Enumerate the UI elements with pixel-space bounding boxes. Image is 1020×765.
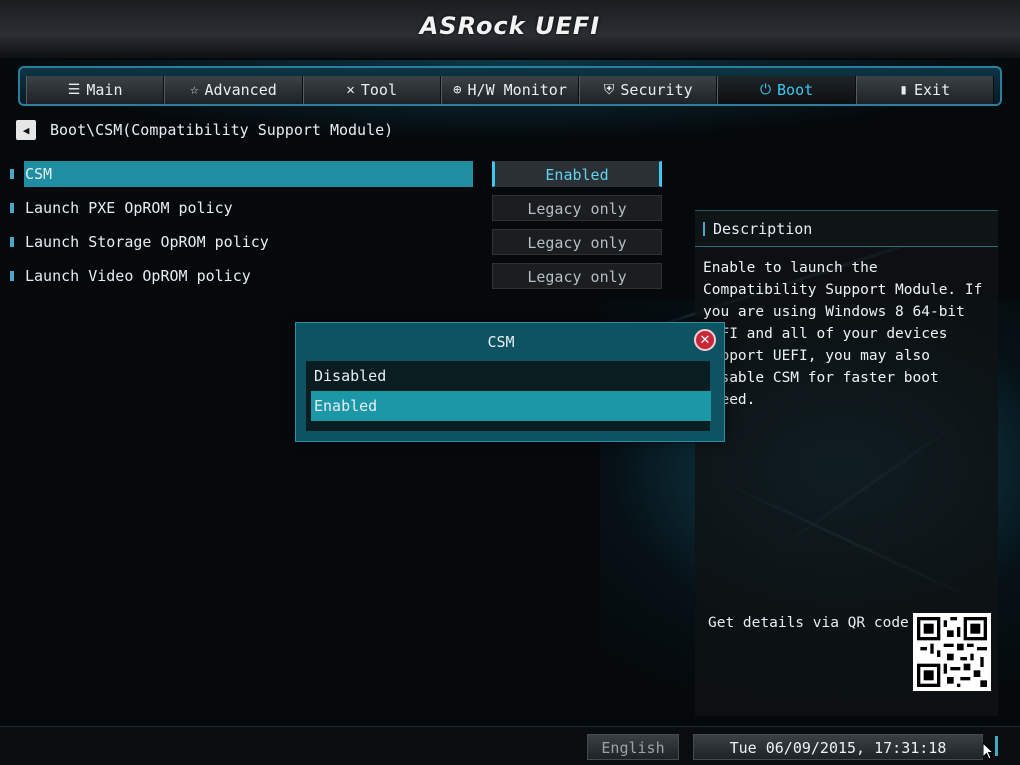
tab-main[interactable]: ☰ Main bbox=[26, 76, 165, 104]
setting-row-csm[interactable]: CSM bbox=[10, 161, 473, 187]
tab-tool[interactable]: ✕ Tool bbox=[302, 76, 441, 104]
row-marker bbox=[10, 169, 14, 179]
setting-row-storage[interactable]: Launch Storage OpROM policy bbox=[10, 229, 473, 255]
setting-value-pxe[interactable]: Legacy only bbox=[492, 195, 662, 221]
close-icon[interactable]: ✕ bbox=[694, 329, 716, 351]
setting-label: Launch PXE OpROM policy bbox=[25, 199, 233, 217]
row-marker bbox=[10, 237, 14, 247]
setting-label: Launch Storage OpROM policy bbox=[25, 233, 269, 251]
option-list: Disabled Enabled bbox=[306, 361, 711, 431]
setting-label: Launch Video OpROM policy bbox=[25, 267, 251, 285]
power-icon: ⏻ bbox=[759, 82, 772, 98]
tab-label: H/W Monitor bbox=[467, 81, 567, 99]
setting-label: CSM bbox=[24, 161, 473, 187]
shield-icon: ⛨ bbox=[603, 82, 615, 98]
setting-row-video[interactable]: Launch Video OpROM policy bbox=[10, 263, 473, 289]
description-header: Description bbox=[695, 211, 998, 247]
csm-popup-dialog: CSM ✕ Disabled Enabled bbox=[295, 322, 725, 442]
mouse-cursor-icon bbox=[982, 742, 994, 760]
back-arrow-icon[interactable]: ◀ bbox=[16, 120, 36, 140]
popup-title: CSM bbox=[487, 333, 515, 351]
row-marker bbox=[10, 271, 14, 281]
description-text: Enable to launch the Compatibility Suppo… bbox=[703, 260, 983, 408]
setting-value-video[interactable]: Legacy only bbox=[492, 263, 662, 289]
breadcrumb: ◀ Boot\CSM(Compatibility Support Module) bbox=[16, 119, 393, 141]
qr-code bbox=[913, 613, 991, 691]
row-marker bbox=[10, 203, 14, 213]
tab-label: Main bbox=[86, 81, 123, 99]
footer-right-marker bbox=[995, 736, 998, 756]
option-disabled[interactable]: Disabled bbox=[306, 361, 710, 391]
tab-advanced[interactable]: ☆ Advanced bbox=[164, 76, 303, 104]
tools-icon: ✕ bbox=[346, 82, 355, 98]
setting-value-csm[interactable]: Enabled bbox=[492, 161, 662, 187]
qr-code-icon bbox=[917, 617, 987, 687]
setting-row-pxe[interactable]: Launch PXE OpROM policy bbox=[10, 195, 473, 221]
tab-security[interactable]: ⛨ Security bbox=[579, 76, 718, 104]
tab-bar: ☰ Main ☆ Advanced ✕ Tool ⊕ H/W Monitor ⛨… bbox=[26, 76, 994, 104]
tab-label: Boot bbox=[777, 81, 814, 99]
setting-value-storage[interactable]: Legacy only bbox=[492, 229, 662, 255]
tab-label: Security bbox=[620, 81, 693, 99]
tab-boot[interactable]: ⏻ Boot bbox=[717, 76, 856, 104]
language-button[interactable]: English bbox=[587, 734, 679, 760]
monitor-icon: ⊕ bbox=[453, 82, 462, 98]
tab-label: Tool bbox=[360, 81, 397, 99]
tab-label: Advanced bbox=[204, 81, 277, 99]
description-panel: Description Enable to launch the Compati… bbox=[695, 210, 998, 716]
star-icon: ☆ bbox=[190, 82, 199, 98]
header-bar: ASRock UEFI bbox=[0, 0, 1020, 58]
tab-exit[interactable]: ▮ Exit bbox=[855, 76, 994, 104]
asrock-uefi-logo: ASRock UEFI bbox=[419, 12, 601, 40]
option-enabled[interactable]: Enabled bbox=[311, 391, 711, 421]
exit-icon: ▮ bbox=[899, 82, 908, 98]
header-marker bbox=[703, 221, 705, 236]
tab-hw-monitor[interactable]: ⊕ H/W Monitor bbox=[440, 76, 580, 104]
breadcrumb-path: Boot\CSM(Compatibility Support Module) bbox=[50, 121, 394, 139]
datetime-display: Tue 06/09/2015, 17:31:18 bbox=[693, 734, 983, 760]
tab-label: Exit bbox=[913, 81, 951, 99]
qr-label: Get details via QR code bbox=[708, 615, 909, 631]
description-title: Description bbox=[713, 219, 813, 238]
list-icon: ☰ bbox=[67, 82, 81, 98]
